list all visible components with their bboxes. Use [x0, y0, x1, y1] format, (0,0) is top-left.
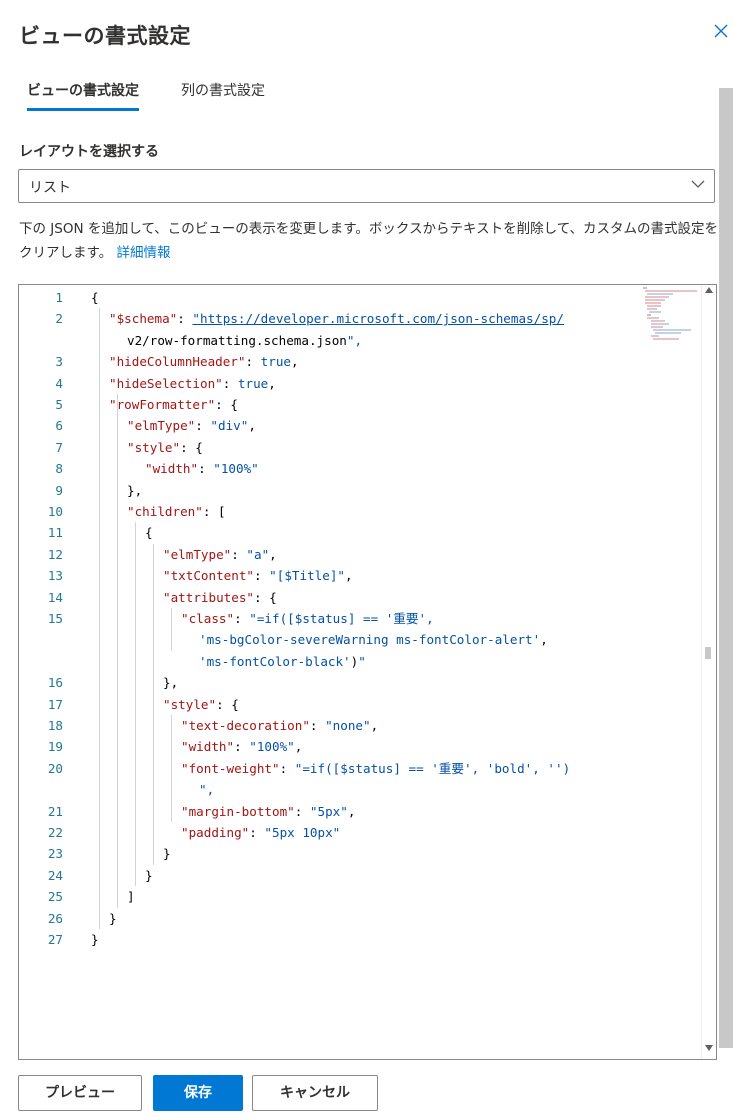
- code-line: "class": "=if([$status] == '重要',: [181, 611, 434, 626]
- layout-dropdown-value: リスト: [29, 180, 71, 196]
- code-line: ",: [199, 782, 215, 798]
- format-view-panel: ビューの書式設定 ビューの書式設定 列の書式設定 レイアウトを選択する リスト …: [0, 0, 733, 1120]
- indent-guide: [99, 308, 100, 929]
- code-line: {: [145, 525, 153, 541]
- line-number: 5: [55, 397, 63, 412]
- code-line: "hideSelection": true,: [109, 375, 276, 391]
- panel-scrollbar[interactable]: [719, 88, 733, 1048]
- editor-minimap[interactable]: [639, 285, 699, 345]
- line-number: 20: [47, 760, 63, 776]
- line-number: 26: [47, 910, 63, 926]
- line-number: 11: [47, 525, 63, 541]
- line-number: 13: [47, 568, 63, 584]
- code-line: 'ms-fontColor-black')": [199, 653, 366, 669]
- description: 下の JSON を追加して、このビューの表示を変更します。ボックスからテキストを…: [19, 217, 719, 265]
- code-line: "elmType": "a",: [163, 546, 277, 562]
- line-number: 8: [55, 461, 63, 477]
- indent-guide: [153, 543, 154, 865]
- code-line: },: [127, 482, 143, 498]
- indent-guide: [171, 715, 172, 822]
- code-line: "attributes": {: [163, 589, 277, 605]
- code-line: "text-decoration": "none",: [181, 718, 379, 733]
- line-number: 21: [47, 803, 63, 819]
- line-number: 7: [55, 439, 63, 455]
- save-button[interactable]: 保存: [153, 1075, 243, 1111]
- preview-button[interactable]: プレビュー: [18, 1075, 142, 1111]
- line-number: 17: [47, 696, 63, 712]
- line-number: 25: [47, 889, 63, 905]
- code-line: }: [91, 932, 99, 947]
- code-line: },: [163, 675, 179, 691]
- line-number: 2: [55, 311, 63, 327]
- panel-scrollbar-thumb[interactable]: [719, 88, 733, 1048]
- close-icon[interactable]: [713, 23, 733, 43]
- panel-title: ビューの書式設定: [19, 24, 191, 48]
- chevron-down-icon: [690, 176, 706, 192]
- code-line: "txtContent": "[$Title]",: [163, 568, 353, 584]
- code-line: "$schema": "https://developer.microsoft.…: [109, 311, 564, 327]
- cancel-button[interactable]: キャンセル: [252, 1075, 378, 1111]
- indent-guide: [117, 394, 118, 908]
- code-line: }: [163, 846, 171, 862]
- indent-guide: [135, 522, 136, 887]
- line-number: 24: [47, 867, 63, 883]
- code-line: "children": [: [127, 504, 226, 519]
- line-number: 12: [47, 546, 63, 562]
- code-line: "hideColumnHeader": true,: [109, 354, 299, 370]
- tab-column-format[interactable]: 列の書式設定: [181, 80, 265, 108]
- code-line: "padding": "5px 10px": [181, 825, 341, 840]
- line-number: 19: [47, 739, 63, 755]
- editor-scrollbar-thumb[interactable]: [705, 647, 711, 659]
- code-line: }: [109, 910, 117, 926]
- line-number: 14: [47, 589, 63, 605]
- line-number: 15: [47, 611, 63, 626]
- code-line: "margin-bottom": "5px",: [181, 803, 356, 819]
- code-line: "width": "100%": [145, 461, 259, 477]
- code-line: "elmType": "div",: [127, 418, 256, 434]
- editor-scrollbar[interactable]: [701, 285, 716, 1059]
- line-number: 1: [55, 290, 63, 305]
- line-number: 3: [55, 354, 63, 370]
- layout-dropdown[interactable]: リスト: [18, 169, 715, 203]
- line-number: 18: [47, 718, 63, 733]
- layout-select-label: レイアウトを選択する: [19, 144, 159, 160]
- line-number: 4: [55, 375, 63, 391]
- panel-footer: プレビュー 保存 キャンセル: [0, 1060, 733, 1120]
- code-line: v2/row-formatting.schema.json",: [127, 332, 363, 348]
- line-number: 9: [55, 482, 63, 498]
- json-editor[interactable]: 1 {2 "$schema": "https://developer.microso…: [18, 284, 717, 1060]
- code-line: 'ms-bgColor-severeWarning ms-fontColor-a…: [199, 632, 548, 648]
- code-line: "font-weight": "=if([$status] == '重要', '…: [181, 760, 571, 776]
- code-line: ]: [127, 889, 135, 905]
- code-line: }: [145, 867, 153, 883]
- learn-more-link[interactable]: 詳細情報: [116, 245, 170, 261]
- line-number: 23: [47, 846, 63, 862]
- line-number: 27: [47, 932, 63, 947]
- code-line: "style": {: [163, 696, 239, 712]
- code-line: "width": "100%",: [181, 739, 303, 755]
- code-line: "style": {: [127, 439, 203, 455]
- indent-guide: [171, 608, 172, 651]
- code-line: {: [91, 290, 99, 305]
- code-line: "rowFormatter": {: [109, 397, 238, 412]
- line-number: 6: [55, 418, 63, 434]
- tab-view-format[interactable]: ビューの書式設定: [27, 80, 139, 111]
- line-number: 22: [47, 825, 63, 840]
- line-number: 16: [47, 675, 63, 691]
- line-number: 10: [47, 504, 63, 519]
